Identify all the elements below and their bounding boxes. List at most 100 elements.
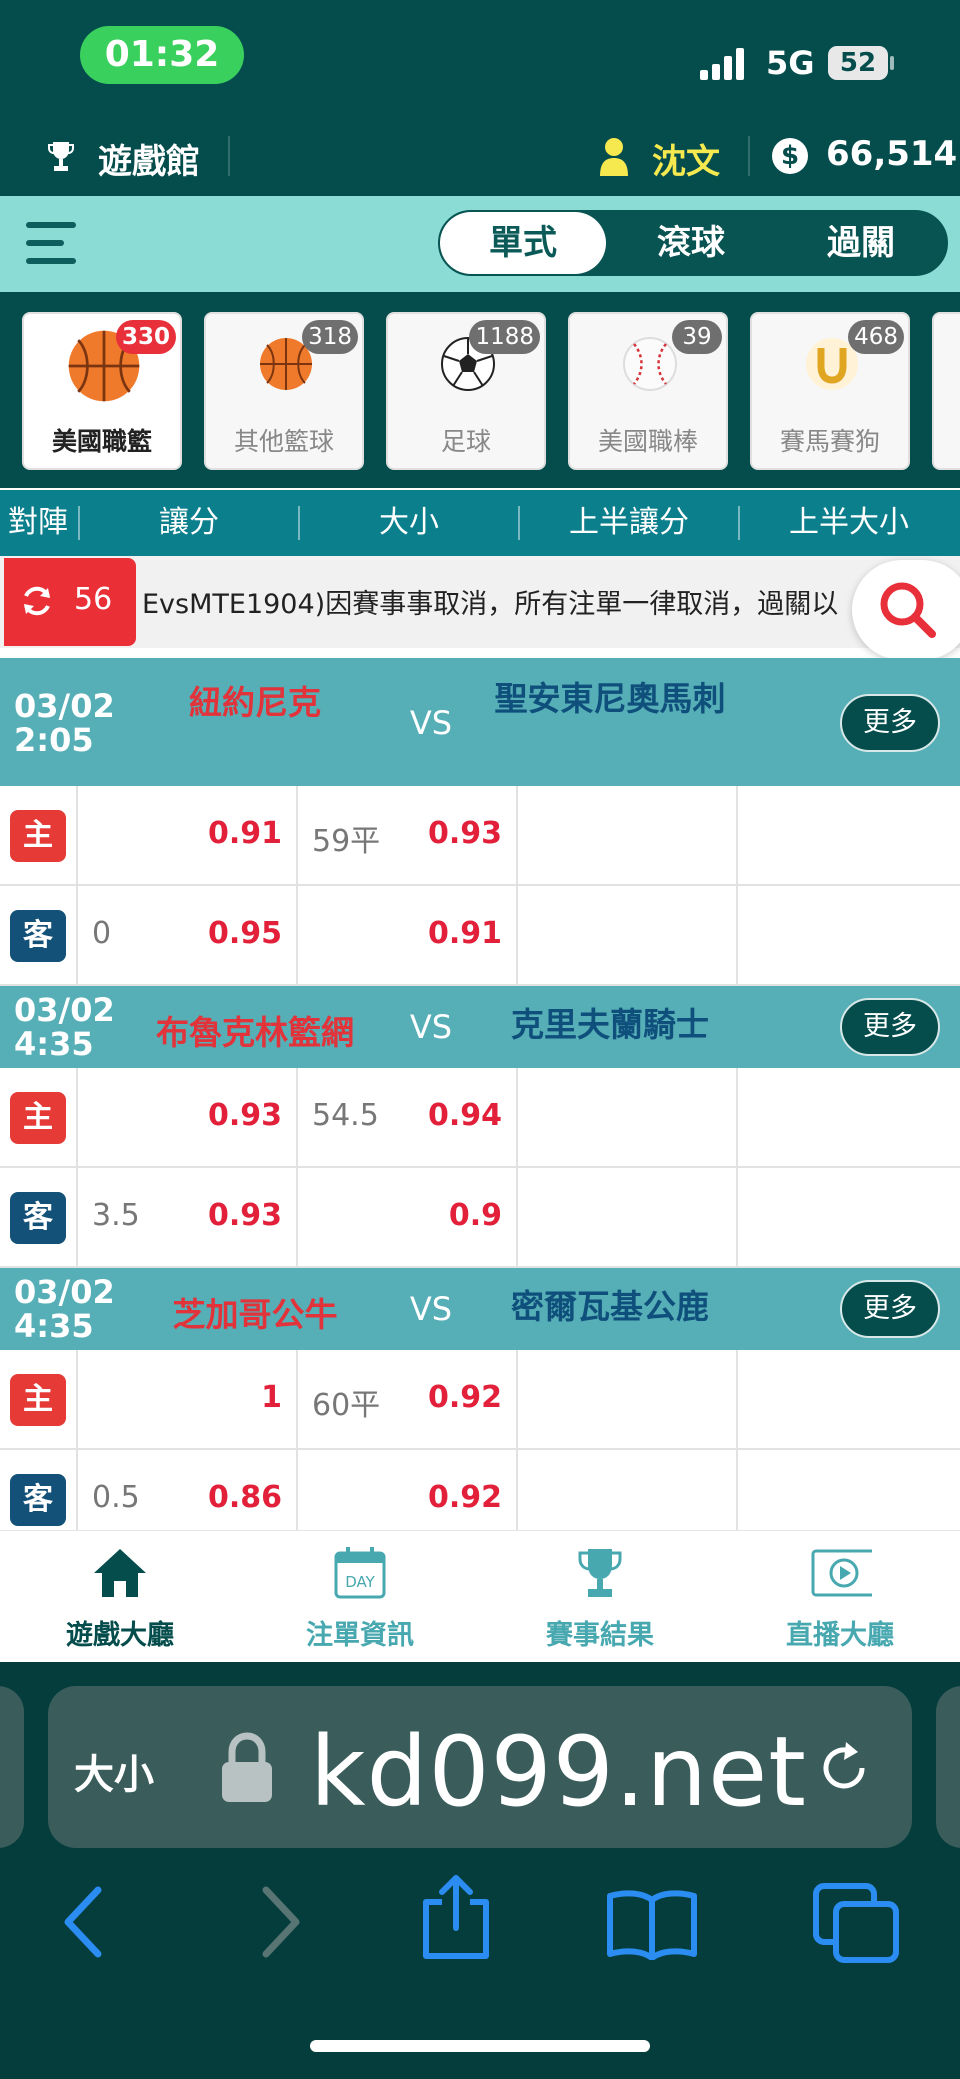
total-line: 60平 bbox=[312, 1388, 381, 1423]
tab-single[interactable]: 單式 bbox=[440, 212, 606, 274]
sport-more-peek[interactable] bbox=[932, 312, 960, 470]
odds-row-home: 主 0.93 54.5 0.94 bbox=[0, 1068, 960, 1168]
sport-count-badge: 318 bbox=[302, 320, 358, 354]
divider bbox=[228, 136, 230, 176]
match-time: 4:35 bbox=[14, 1025, 94, 1063]
sport-nba[interactable]: 330 美國職籃 bbox=[22, 312, 182, 470]
home-team: 紐約尼克 bbox=[189, 683, 321, 722]
total-odds[interactable]: 0.91 bbox=[400, 916, 502, 951]
address-bar[interactable]: 大小 kd099.net bbox=[48, 1686, 912, 1848]
home-team: 芝加哥公牛 bbox=[172, 1295, 338, 1334]
nav-label: 遊戲大廳 bbox=[66, 1620, 174, 1651]
match-date: 03/02 bbox=[14, 687, 115, 725]
match-header: 03/02 4:35 芝加哥公牛 VS 密爾瓦基公鹿 更多 bbox=[0, 1268, 960, 1350]
sport-racing[interactable]: 468 賽馬賽狗 bbox=[750, 312, 910, 470]
mode-segmented-control: 單式 滾球 過關 bbox=[438, 210, 948, 276]
spread-odds[interactable]: 0.93 bbox=[180, 1098, 282, 1133]
previous-tab-peek[interactable] bbox=[0, 1686, 24, 1848]
col-half-spread: 上半讓分 bbox=[569, 505, 689, 540]
reload-icon[interactable] bbox=[814, 1738, 874, 1798]
user-icon bbox=[600, 138, 628, 176]
share-icon[interactable] bbox=[418, 1872, 494, 1962]
refresh-button[interactable]: 56 bbox=[4, 558, 136, 646]
spread-odds[interactable]: 0.91 bbox=[180, 816, 282, 851]
more-button[interactable]: 更多 bbox=[840, 694, 940, 752]
battery-icon: 52 bbox=[828, 46, 888, 80]
announcement-text: EvsMTE1904)因賽事事取消，所有注單一律取消，過關以 bbox=[142, 589, 839, 620]
announcement-marquee[interactable]: EvsMTE1904)因賽事事取消，所有注單一律取消，過關以 bbox=[0, 556, 960, 648]
status-time: 01:32 bbox=[80, 26, 244, 84]
bottom-navigation: 遊戲大廳 DAY 注單資訊 賽事結果 直播大廳 bbox=[0, 1530, 960, 1662]
home-tag: 主 bbox=[10, 1092, 66, 1144]
account-balance: 66,514 bbox=[826, 134, 958, 174]
odds-column-header: 對陣 讓分 大小 上半讓分 上半大小 bbox=[0, 490, 960, 556]
search-icon bbox=[880, 582, 936, 638]
next-tab-peek[interactable] bbox=[936, 1686, 960, 1848]
refresh-countdown: 56 bbox=[74, 582, 113, 617]
nav-bet-info[interactable]: DAY 注單資訊 bbox=[240, 1531, 480, 1663]
calendar-day-icon: DAY bbox=[334, 1547, 386, 1599]
search-button[interactable] bbox=[852, 560, 960, 660]
tab-live[interactable]: 滾球 bbox=[608, 212, 774, 274]
odds-row-home: 主 1 60平 0.92 bbox=[0, 1350, 960, 1450]
tabs-icon[interactable] bbox=[812, 1882, 902, 1964]
calendar-day-text: DAY bbox=[345, 1573, 375, 1591]
spread-odds[interactable]: 0.86 bbox=[180, 1480, 282, 1515]
total-odds[interactable]: 0.94 bbox=[400, 1098, 502, 1133]
spread-odds[interactable]: 1 bbox=[180, 1380, 282, 1415]
total-line: 54.5 bbox=[312, 1098, 379, 1133]
sport-soccer[interactable]: 1188 足球 bbox=[386, 312, 546, 470]
forward-icon[interactable] bbox=[256, 1884, 306, 1960]
tab-parlay[interactable]: 過關 bbox=[776, 212, 946, 274]
divider bbox=[748, 136, 750, 176]
nav-live-hall[interactable]: 直播大廳 bbox=[720, 1531, 960, 1663]
sport-mlb[interactable]: 39 美國職棒 bbox=[568, 312, 728, 470]
sport-count-badge: 39 bbox=[672, 320, 722, 354]
total-odds[interactable]: 0.9 bbox=[400, 1198, 502, 1233]
sport-count-badge: 330 bbox=[115, 320, 176, 354]
nav-label: 賽事結果 bbox=[546, 1620, 654, 1651]
odds-row-away: 客 0.5 0.86 0.92 bbox=[0, 1450, 960, 1530]
odds-row-away: 客 3.5 0.93 0.9 bbox=[0, 1168, 960, 1268]
back-icon[interactable] bbox=[58, 1884, 108, 1960]
dollar-icon: $ bbox=[772, 138, 808, 174]
nav-label: 注單資訊 bbox=[306, 1620, 414, 1651]
spread-line: 0 bbox=[92, 916, 112, 951]
lock-icon bbox=[222, 1732, 272, 1802]
text-size-button[interactable]: 大小 bbox=[74, 1742, 154, 1800]
total-line: 59平 bbox=[312, 824, 381, 859]
match-date: 03/02 bbox=[14, 1273, 115, 1311]
nav-results[interactable]: 賽事結果 bbox=[480, 1531, 720, 1663]
home-icon bbox=[94, 1549, 146, 1597]
bookmarks-icon[interactable] bbox=[606, 1888, 698, 1960]
total-odds[interactable]: 0.93 bbox=[400, 816, 502, 851]
more-button[interactable]: 更多 bbox=[840, 1280, 940, 1338]
nav-game-lobby[interactable]: 遊戲大廳 bbox=[0, 1531, 240, 1663]
page-title[interactable]: 遊戲館 bbox=[98, 134, 200, 183]
nav-label: 直播大廳 bbox=[786, 1620, 894, 1651]
total-odds[interactable]: 0.92 bbox=[400, 1480, 502, 1515]
home-indicator[interactable] bbox=[310, 2040, 650, 2052]
sport-count-badge: 468 bbox=[848, 320, 904, 354]
live-play-icon bbox=[811, 1549, 872, 1597]
home-tag: 主 bbox=[10, 810, 66, 862]
more-button[interactable]: 更多 bbox=[840, 998, 940, 1056]
match-time: 4:35 bbox=[14, 1307, 94, 1345]
col-half-total: 上半大小 bbox=[789, 505, 909, 540]
match-time: 2:05 bbox=[14, 721, 94, 759]
network-type: 5G bbox=[766, 44, 815, 82]
total-odds[interactable]: 0.92 bbox=[400, 1380, 502, 1415]
username[interactable]: 沈文 bbox=[652, 134, 720, 183]
battery-tip bbox=[890, 56, 894, 70]
col-spread: 讓分 bbox=[159, 505, 219, 540]
sport-category-bar: 330 美國職籃 318 其他籃球 1188 足球 39 美國職棒 468 賽馬… bbox=[0, 292, 960, 488]
spread-line: 0.5 bbox=[92, 1480, 140, 1515]
away-team: 密爾瓦基公鹿 bbox=[511, 1287, 709, 1326]
sport-label: 賽馬賽狗 bbox=[779, 427, 880, 456]
hamburger-menu-icon[interactable] bbox=[26, 222, 76, 266]
url-text[interactable]: kd099.net bbox=[310, 1716, 807, 1828]
spread-odds[interactable]: 0.93 bbox=[180, 1198, 282, 1233]
sport-label: 美國職棒 bbox=[597, 427, 698, 456]
sport-other-basketball[interactable]: 318 其他籃球 bbox=[204, 312, 364, 470]
spread-odds[interactable]: 0.95 bbox=[180, 916, 282, 951]
